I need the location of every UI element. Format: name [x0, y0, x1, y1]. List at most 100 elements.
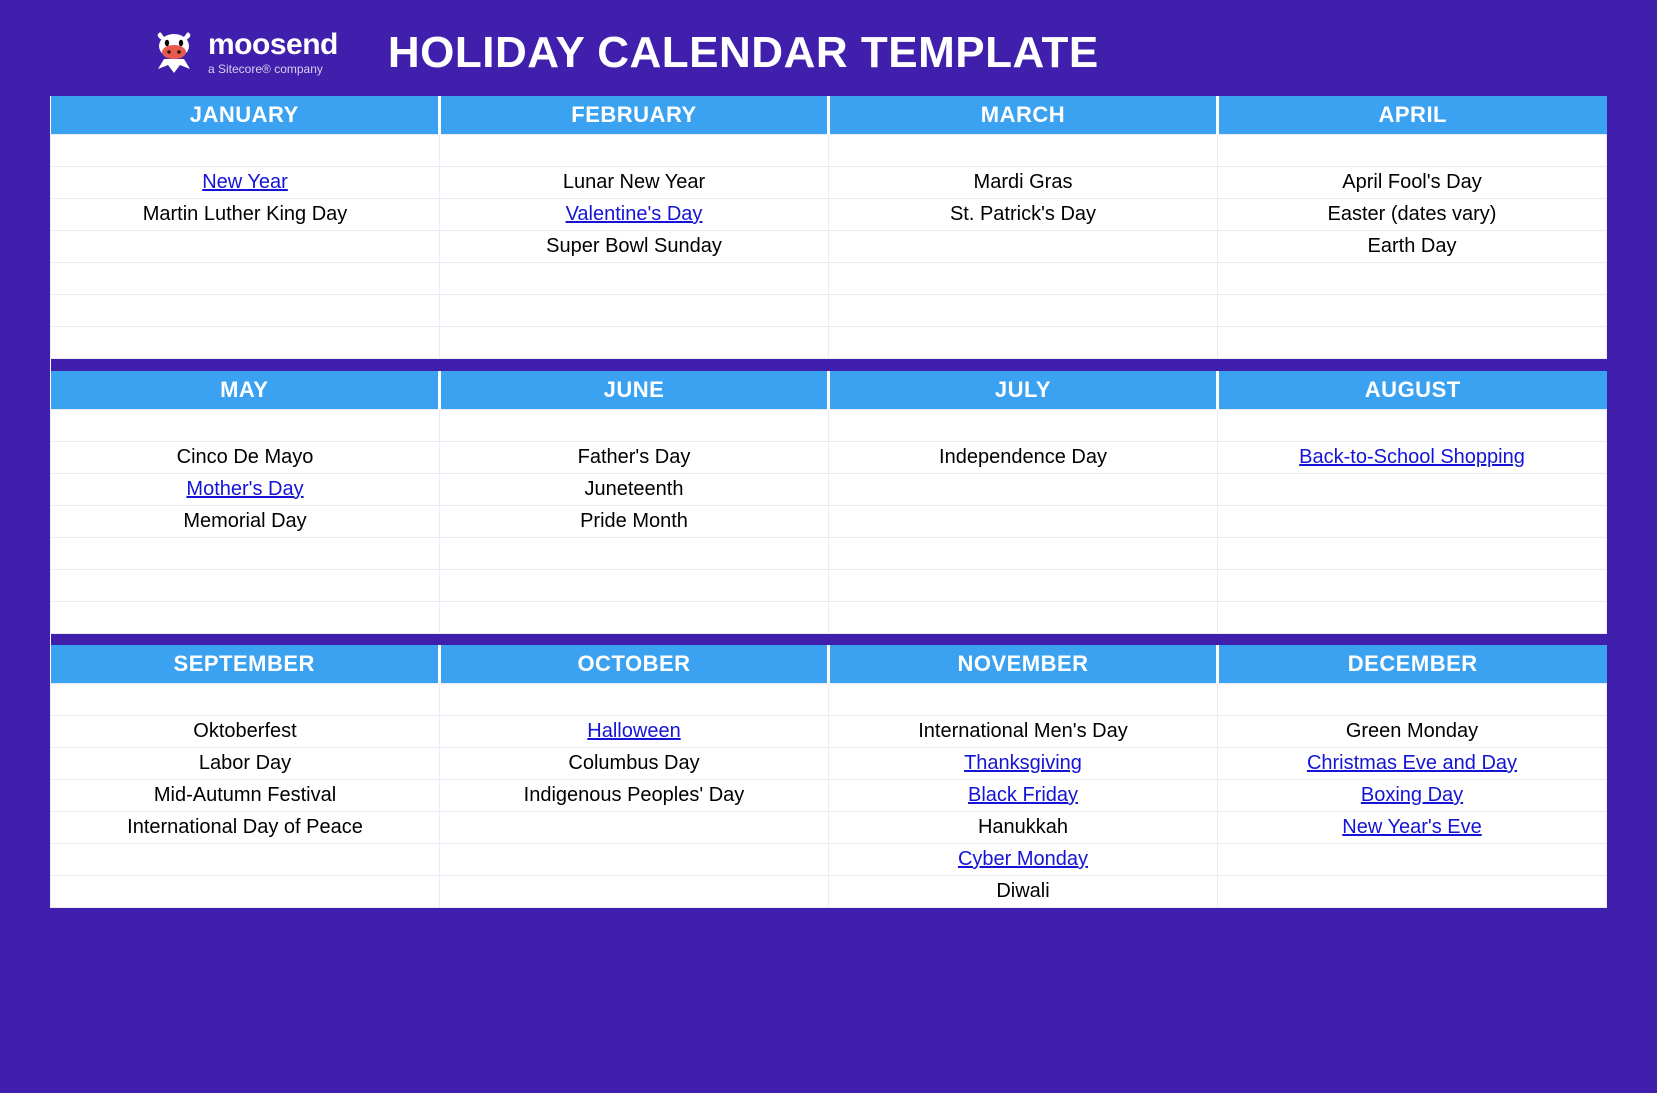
holiday-cell[interactable]: Halloween: [440, 716, 829, 748]
holiday-cell: Oktoberfest: [51, 716, 440, 748]
holiday-cell: International Men's Day: [829, 716, 1218, 748]
holiday-cell[interactable]: Black Friday: [829, 780, 1218, 812]
holiday-cell: Father's Day: [440, 441, 829, 473]
holiday-link[interactable]: Valentine's Day: [566, 203, 703, 225]
holiday-cell: [51, 876, 440, 908]
spacer-cell: [1218, 684, 1607, 716]
spacer-cell: [51, 409, 440, 441]
spacer-cell: [51, 684, 440, 716]
holiday-cell: [440, 537, 829, 569]
brand-logo: moosend a Sitecore® company: [150, 29, 338, 77]
holiday-cell: [51, 844, 440, 876]
holiday-cell: Independence Day: [829, 441, 1218, 473]
holiday-link[interactable]: Mother's Day: [186, 478, 303, 500]
spacer-cell: [1218, 409, 1607, 441]
month-header: NOVEMBER: [829, 645, 1218, 684]
holiday-cell: Super Bowl Sunday: [440, 231, 829, 263]
holiday-cell: [440, 844, 829, 876]
spacer-cell: [829, 409, 1218, 441]
holiday-cell: [829, 473, 1218, 505]
section-gap: [51, 359, 1607, 371]
holiday-link[interactable]: Cyber Monday: [958, 848, 1088, 870]
holiday-cell[interactable]: Cyber Monday: [829, 844, 1218, 876]
holiday-cell: [829, 327, 1218, 359]
holiday-cell: Diwali: [829, 876, 1218, 908]
holiday-cell: Columbus Day: [440, 748, 829, 780]
moosend-cow-icon: [150, 29, 198, 77]
month-header: APRIL: [1218, 96, 1607, 135]
holiday-cell: International Day of Peace: [51, 812, 440, 844]
spacer-cell: [829, 684, 1218, 716]
holiday-cell: [1218, 537, 1607, 569]
holiday-cell: Martin Luther King Day: [51, 199, 440, 231]
holiday-cell[interactable]: Mother's Day: [51, 473, 440, 505]
holiday-cell: Mid-Autumn Festival: [51, 780, 440, 812]
holiday-cell[interactable]: New Year: [51, 167, 440, 199]
spacer-cell: [440, 684, 829, 716]
holiday-link[interactable]: Boxing Day: [1361, 784, 1463, 806]
month-header: AUGUST: [1218, 371, 1607, 410]
holiday-cell: [440, 327, 829, 359]
holiday-link[interactable]: Halloween: [587, 720, 680, 742]
spacer-cell: [1218, 135, 1607, 167]
holiday-cell: St. Patrick's Day: [829, 199, 1218, 231]
holiday-cell: [829, 569, 1218, 601]
holiday-cell: Pride Month: [440, 505, 829, 537]
holiday-cell: [1218, 569, 1607, 601]
holiday-cell: [1218, 473, 1607, 505]
holiday-link[interactable]: New Year's Eve: [1342, 816, 1481, 838]
holiday-cell: [440, 601, 829, 633]
holiday-cell[interactable]: Valentine's Day: [440, 199, 829, 231]
month-header: JULY: [829, 371, 1218, 410]
brand-name: moosend: [208, 30, 338, 60]
holiday-cell[interactable]: New Year's Eve: [1218, 812, 1607, 844]
holiday-cell: Lunar New Year: [440, 167, 829, 199]
holiday-cell: [440, 812, 829, 844]
holiday-cell: [829, 231, 1218, 263]
month-header: MARCH: [829, 96, 1218, 135]
holiday-link[interactable]: New Year: [202, 171, 288, 193]
holiday-cell: Cinco De Mayo: [51, 441, 440, 473]
holiday-cell[interactable]: Thanksgiving: [829, 748, 1218, 780]
holiday-cell: [829, 537, 1218, 569]
holiday-cell: Labor Day: [51, 748, 440, 780]
holiday-cell: [1218, 601, 1607, 633]
month-header: MAY: [51, 371, 440, 410]
section-gap: [51, 633, 1607, 645]
holiday-cell: [829, 295, 1218, 327]
spacer-cell: [829, 135, 1218, 167]
holiday-cell: April Fool's Day: [1218, 167, 1607, 199]
holiday-cell: [440, 263, 829, 295]
holiday-link[interactable]: Back-to-School Shopping: [1299, 446, 1525, 468]
holiday-cell: Easter (dates vary): [1218, 199, 1607, 231]
holiday-cell: [1218, 327, 1607, 359]
holiday-cell: Earth Day: [1218, 231, 1607, 263]
spacer-cell: [51, 135, 440, 167]
holiday-cell: Mardi Gras: [829, 167, 1218, 199]
holiday-cell: [51, 569, 440, 601]
holiday-cell[interactable]: Back-to-School Shopping: [1218, 441, 1607, 473]
month-header: JANUARY: [51, 96, 440, 135]
holiday-cell: [829, 601, 1218, 633]
holiday-cell: Hanukkah: [829, 812, 1218, 844]
holiday-cell: [829, 505, 1218, 537]
holiday-cell: [51, 231, 440, 263]
holiday-cell: [51, 327, 440, 359]
holiday-cell: [1218, 876, 1607, 908]
holiday-cell: [829, 263, 1218, 295]
holiday-cell: [51, 263, 440, 295]
holiday-cell: Indigenous Peoples' Day: [440, 780, 829, 812]
holiday-cell: [51, 295, 440, 327]
spacer-cell: [440, 409, 829, 441]
holiday-link[interactable]: Black Friday: [968, 784, 1078, 806]
month-header: OCTOBER: [440, 645, 829, 684]
brand-tagline: a Sitecore® company: [208, 62, 338, 76]
holiday-cell: [440, 569, 829, 601]
spacer-cell: [440, 135, 829, 167]
holiday-link[interactable]: Christmas Eve and Day: [1307, 752, 1517, 774]
holiday-cell[interactable]: Boxing Day: [1218, 780, 1607, 812]
month-header: FEBRUARY: [440, 96, 829, 135]
holiday-cell[interactable]: Christmas Eve and Day: [1218, 748, 1607, 780]
month-header: SEPTEMBER: [51, 645, 440, 684]
holiday-link[interactable]: Thanksgiving: [964, 752, 1082, 774]
